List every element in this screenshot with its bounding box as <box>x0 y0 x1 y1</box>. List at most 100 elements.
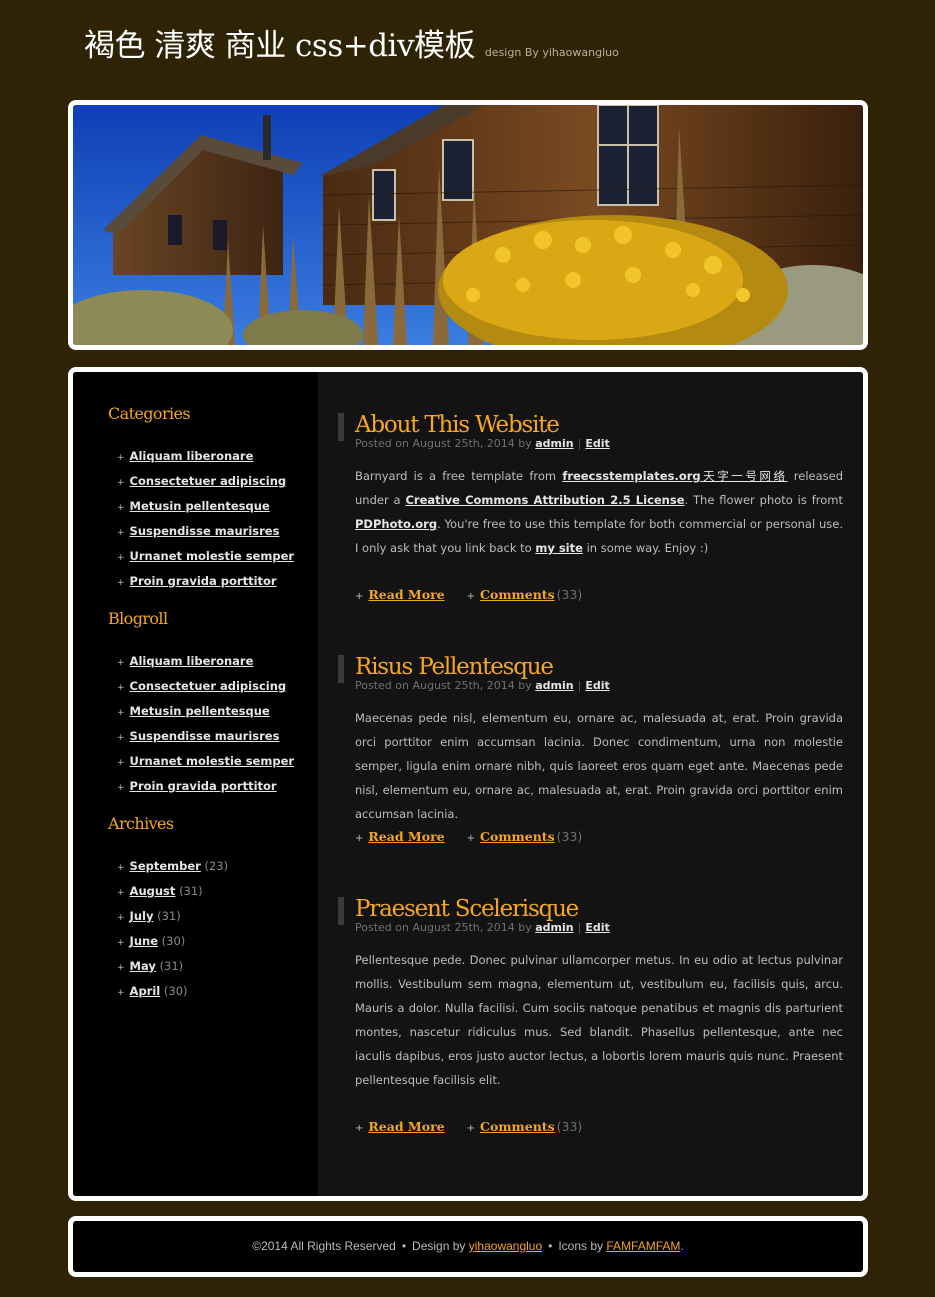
category-link[interactable]: Consectetuer adipiscing <box>130 474 287 488</box>
blogroll-link[interactable]: Metusin pellentesque <box>130 704 270 718</box>
list-item: + June (30) <box>117 929 228 954</box>
categories-heading: Categories <box>108 404 191 423</box>
blogroll-link[interactable]: Proin gravida porttitor <box>130 779 277 793</box>
list-item: + Urnanet molestie semper <box>117 749 294 774</box>
category-link[interactable]: Urnanet molestie semper <box>130 549 295 563</box>
bullet-icon: + <box>117 783 125 793</box>
footer-separator: • <box>548 1239 553 1253</box>
icons-link[interactable]: FAMFAMFAM <box>606 1239 680 1253</box>
bullet-icon: + <box>117 578 125 588</box>
post-body: Maecenas pede nisl, elementum eu, ornare… <box>355 711 843 821</box>
bullet-icon: + <box>355 591 364 602</box>
main-container: Categories + Aliquam liberonare + Consecte… <box>68 367 868 1201</box>
yihao-link[interactable]: 天字一号网络 <box>701 469 788 483</box>
blogroll-list: + Aliquam liberonare + Consectetuer adipis… <box>117 649 294 799</box>
edit-link[interactable]: Edit <box>585 437 609 450</box>
bullet-icon: + <box>117 888 125 898</box>
content-area: About This Website Posted on August 25th… <box>318 372 863 1196</box>
edit-link[interactable]: Edit <box>585 679 609 692</box>
author-link[interactable]: admin <box>535 437 573 450</box>
archive-link[interactable]: June <box>130 934 158 948</box>
post-text: . The flower photo is fromt <box>684 493 844 507</box>
category-link[interactable]: Suspendisse maurisres <box>130 524 280 538</box>
freecsstemplates-link[interactable]: freecsstemplates.org <box>562 469 700 483</box>
comments-link[interactable]: Comments <box>480 1119 555 1134</box>
sidebar: Categories + Aliquam liberonare + Consecte… <box>73 372 318 1196</box>
comments-link[interactable]: Comments <box>480 587 555 602</box>
archive-link[interactable]: July <box>130 909 154 923</box>
post-meta: Posted on August 25th, 2014 by admin | Edi… <box>355 679 610 692</box>
read-more-link[interactable]: Read More <box>368 1119 444 1134</box>
category-link[interactable]: Metusin pellentesque <box>130 499 270 513</box>
bullet-icon: + <box>117 708 125 718</box>
list-item: + Suspendisse maurisres <box>117 519 294 544</box>
bullet-icon: + <box>117 758 125 768</box>
icons-label: Icons by <box>558 1239 604 1253</box>
bullet-icon: + <box>117 453 125 463</box>
archive-count: (31) <box>159 959 184 973</box>
post-text: Barnyard is a free template from <box>355 469 563 483</box>
bullet-icon: + <box>117 553 125 563</box>
list-item: + Consectetuer adipiscing <box>117 674 294 699</box>
site-slogan: design By yihaowangluo <box>484 46 619 59</box>
list-item: + Suspendisse maurisres <box>117 724 294 749</box>
author-link[interactable]: admin <box>535 679 573 692</box>
post-title: Praesent Scelerisque <box>355 896 579 922</box>
design-label: Design by <box>412 1239 466 1253</box>
read-more-link[interactable]: Read More <box>368 829 444 844</box>
list-item: + Metusin pellentesque <box>117 699 294 724</box>
blogroll-link[interactable]: Suspendisse maurisres <box>130 729 280 743</box>
category-link[interactable]: Proin gravida porttitor <box>130 574 277 588</box>
site-title: 褐色 清爽 商业 css+div模板 <box>84 28 476 64</box>
site-header: 褐色 清爽 商业 css+div模板 design By yihaowanglu… <box>84 20 619 65</box>
post-links: + Read More + Comments (33) <box>355 1119 582 1134</box>
archives-heading: Archives <box>108 814 174 833</box>
archive-count: (23) <box>204 859 229 873</box>
archive-link[interactable]: September <box>130 859 201 873</box>
bullet-icon: + <box>117 658 125 668</box>
comment-count: (33) <box>556 1119 583 1134</box>
comments-link[interactable]: Comments <box>480 829 555 844</box>
meta-separator: | <box>577 437 582 450</box>
post-title-bar <box>338 897 344 925</box>
list-item: + Proin gravida porttitor <box>117 774 294 799</box>
post-meta: Posted on August 25th, 2014 by admin | Edi… <box>355 437 610 450</box>
archives-list: + September (23) + August (31) + July (31) … <box>117 854 228 1004</box>
design-link[interactable]: yihaowangluo <box>469 1239 542 1253</box>
comment-count: (33) <box>556 587 583 602</box>
archive-link[interactable]: August <box>130 884 176 898</box>
bullet-icon: + <box>355 1123 364 1134</box>
bullet-icon: + <box>117 963 125 973</box>
pdphoto-link[interactable]: PDPhoto.org <box>355 517 437 531</box>
bullet-icon: + <box>117 913 125 923</box>
read-more-link[interactable]: Read More <box>368 587 444 602</box>
list-item: + Consectetuer adipiscing <box>117 469 294 494</box>
bullet-icon: + <box>117 863 125 873</box>
footer-period: . <box>680 1239 684 1253</box>
edit-link[interactable]: Edit <box>585 921 609 934</box>
blogroll-link[interactable]: Consectetuer adipiscing <box>130 679 287 693</box>
blogroll-link[interactable]: Urnanet molestie semper <box>130 754 295 768</box>
post-title: Risus Pellentesque <box>355 654 554 680</box>
comment-count: (33) <box>556 829 583 844</box>
blogroll-link[interactable]: Aliquam liberonare <box>130 654 254 668</box>
list-item: + August (31) <box>117 879 228 904</box>
header-banner <box>68 100 868 350</box>
list-item: + Aliquam liberonare <box>117 649 294 674</box>
categories-list: + Aliquam liberonare + Consectetuer adipis… <box>117 444 294 594</box>
banner-photo <box>73 105 863 345</box>
my-site-link[interactable]: my site <box>535 541 583 555</box>
bullet-icon: + <box>117 733 125 743</box>
post-title-bar <box>338 413 344 441</box>
bullet-icon: + <box>117 503 125 513</box>
license-link[interactable]: Creative Commons Attribution 2.5 License <box>405 493 684 507</box>
footer: ©2014 All Rights Reserved • Design by yiha… <box>68 1216 868 1277</box>
bullet-icon: + <box>117 528 125 538</box>
archive-link[interactable]: May <box>130 959 156 973</box>
post-body: Pellentesque pede. Donec pulvinar ullamc… <box>355 953 843 1087</box>
archive-link[interactable]: April <box>130 984 161 998</box>
author-link[interactable]: admin <box>535 921 573 934</box>
category-link[interactable]: Aliquam liberonare <box>130 449 254 463</box>
list-item: + Urnanet molestie semper <box>117 544 294 569</box>
post-text: in some way. Enjoy :) <box>582 541 709 555</box>
